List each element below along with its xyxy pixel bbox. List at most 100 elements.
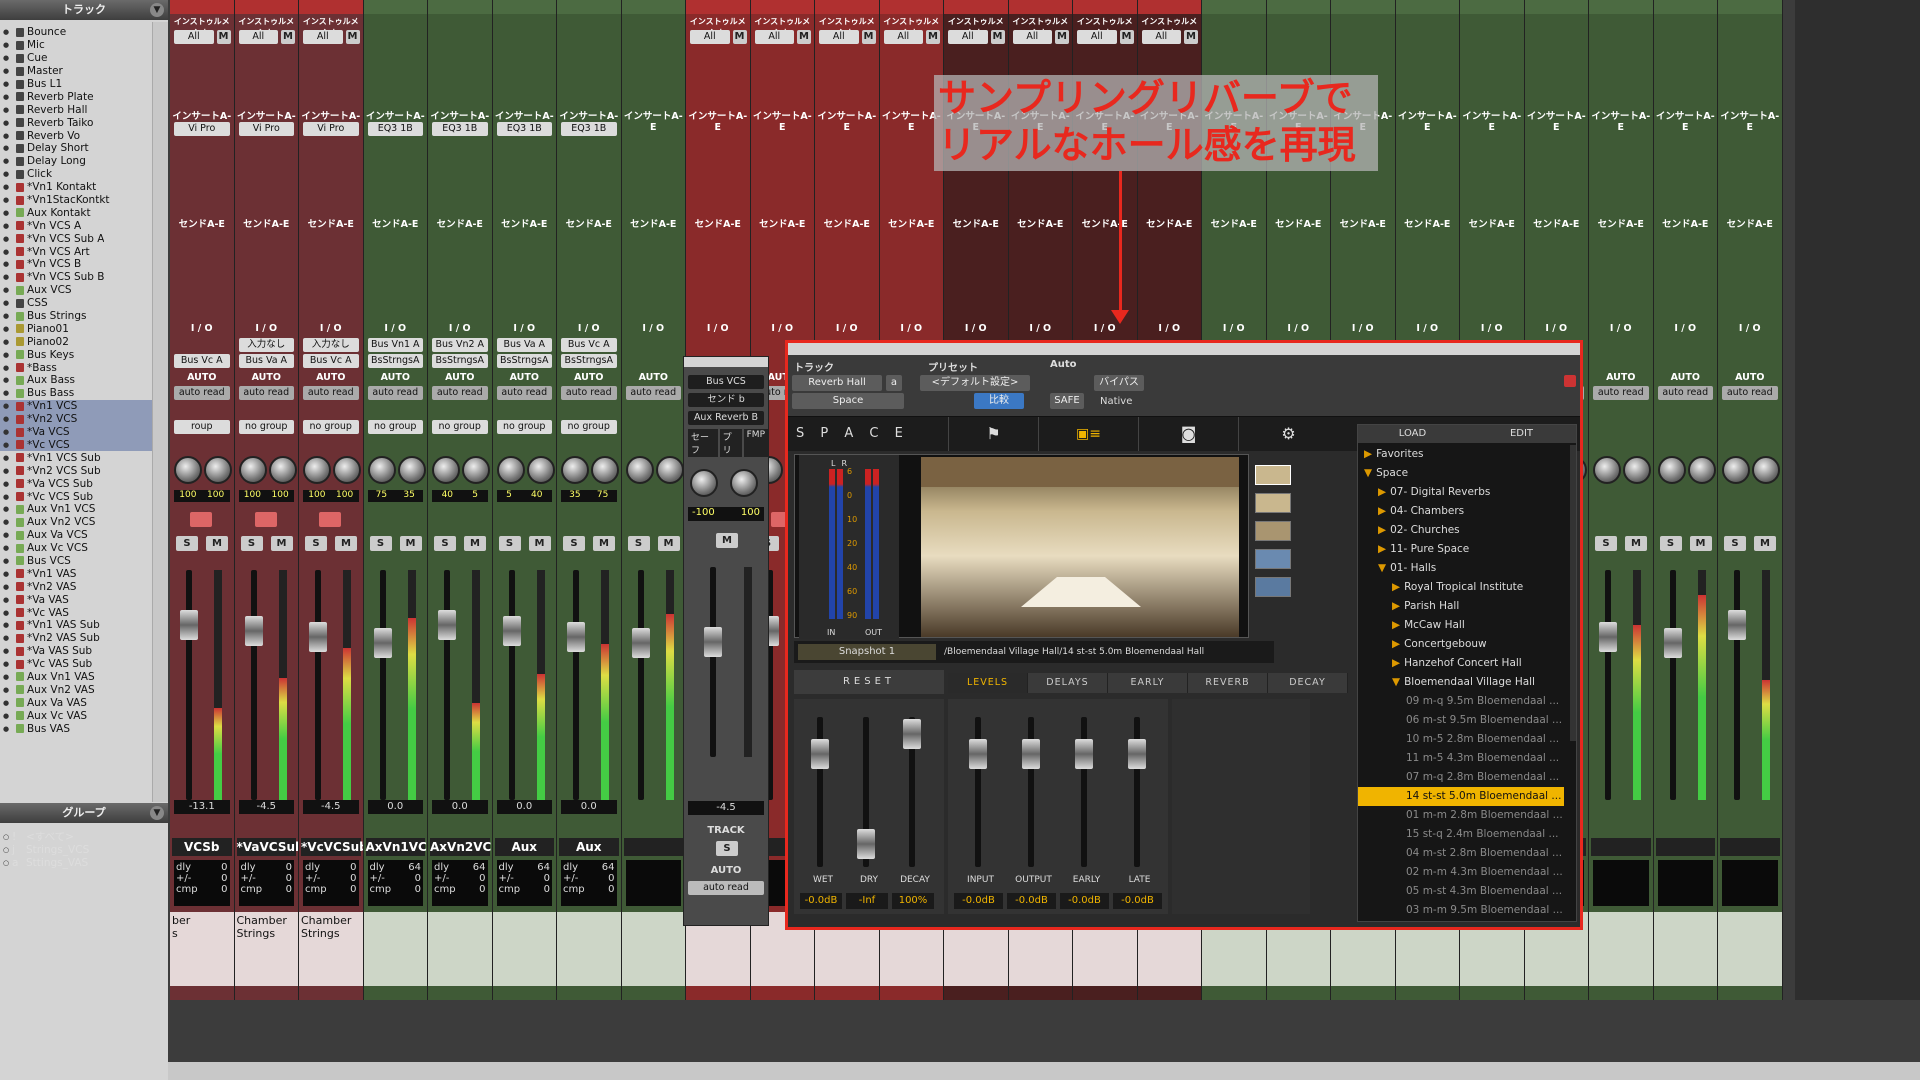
visibility-dot[interactable]: ● bbox=[0, 258, 12, 270]
snapshot-selector[interactable]: Snapshot 1 bbox=[798, 644, 936, 660]
track-list-item[interactable]: ● Aux Va VCS bbox=[0, 529, 168, 542]
layout-icon[interactable]: ▣≡ bbox=[1038, 417, 1138, 451]
mute-button[interactable]: M bbox=[335, 536, 357, 551]
volume-fader[interactable] bbox=[1663, 628, 1682, 658]
pre-button[interactable]: プリ bbox=[719, 429, 742, 457]
track-list-item[interactable]: ● Reverb Taiko bbox=[0, 116, 168, 129]
solo-button[interactable]: S bbox=[305, 536, 327, 551]
midi-mute[interactable]: M bbox=[281, 30, 295, 44]
automation-mode[interactable]: auto read bbox=[1657, 386, 1713, 400]
gear-icon[interactable]: ⚙ bbox=[1238, 417, 1338, 451]
param-fader-value[interactable]: -Inf bbox=[846, 893, 888, 909]
preset-tree-item[interactable]: ▼ Space bbox=[1358, 464, 1564, 483]
track-list-item[interactable]: ● *Vn1 VCS bbox=[0, 399, 168, 413]
visibility-dot[interactable]: ● bbox=[0, 362, 12, 374]
track-list-item[interactable]: ● *Vn1 Kontakt bbox=[0, 181, 168, 194]
fmp-button[interactable]: FMP bbox=[743, 429, 768, 457]
param-fader-value[interactable]: -0.0dB bbox=[954, 893, 1003, 909]
visibility-dot[interactable]: ● bbox=[0, 39, 12, 51]
group-selector[interactable]: no group bbox=[432, 420, 488, 434]
track-list-item[interactable]: ● Bus L1 bbox=[0, 78, 168, 91]
pan-knob-right[interactable] bbox=[1687, 456, 1716, 484]
disclosure-icon[interactable]: ▶ bbox=[1392, 638, 1400, 650]
track-name[interactable] bbox=[1720, 838, 1780, 856]
disclosure-icon[interactable]: ▶ bbox=[1378, 543, 1386, 555]
bus-vcs-titlebar[interactable] bbox=[684, 357, 768, 367]
midi-mute[interactable]: M bbox=[990, 30, 1005, 44]
track-list-item[interactable]: ● Click bbox=[0, 168, 168, 181]
visibility-dot[interactable]: ● bbox=[0, 207, 12, 219]
group-selector[interactable]: no group bbox=[367, 420, 423, 434]
track-list-scrollbar[interactable] bbox=[152, 22, 168, 802]
preset-tree-item[interactable]: 06 m-st 9.5m Bloemendaal ... bbox=[1358, 711, 1564, 730]
pan-knob-left[interactable] bbox=[690, 469, 718, 497]
visibility-dot[interactable]: ● bbox=[0, 529, 12, 541]
io-input[interactable]: 入力なし bbox=[303, 338, 359, 352]
comment-field[interactable] bbox=[621, 912, 685, 986]
track-list-item[interactable]: ● *Vn VCS Sub A bbox=[0, 232, 168, 245]
pan-knob-right[interactable] bbox=[462, 456, 490, 484]
visibility-dot[interactable]: ● bbox=[0, 220, 12, 232]
mute-button[interactable]: M bbox=[270, 536, 293, 551]
visibility-dot[interactable]: ● bbox=[0, 168, 12, 180]
midi-mute[interactable]: M bbox=[345, 30, 360, 44]
tab-decay[interactable]: DECAY bbox=[1268, 673, 1348, 693]
visibility-dot[interactable]: ● bbox=[0, 503, 12, 515]
automation-mode[interactable]: auto read bbox=[625, 386, 681, 400]
visibility-dot[interactable]: ● bbox=[0, 645, 12, 657]
track-list-item[interactable]: ● Master bbox=[0, 65, 168, 78]
pan-knob-left[interactable] bbox=[625, 456, 654, 484]
pan-knob-left[interactable] bbox=[561, 456, 589, 484]
comment-field[interactable] bbox=[557, 912, 621, 986]
midi-input[interactable]: All bbox=[754, 30, 794, 44]
disclosure-icon[interactable]: ▼ bbox=[1378, 562, 1386, 574]
track-list-item[interactable]: ● Bounce bbox=[0, 26, 168, 39]
groups-panel-header[interactable]: グループ ▼ bbox=[0, 803, 168, 823]
preset-tree-item[interactable]: ▶ Parish Hall bbox=[1358, 597, 1564, 616]
group-dot[interactable]: ○ bbox=[0, 831, 12, 843]
bus-vcs-send[interactable]: Aux Reverb B bbox=[688, 411, 764, 425]
visibility-dot[interactable]: ● bbox=[0, 246, 12, 258]
io-input[interactable]: 入力なし bbox=[238, 338, 294, 352]
pan-knob-right[interactable] bbox=[333, 456, 361, 484]
disclosure-icon[interactable]: ▶ bbox=[1378, 505, 1386, 517]
visibility-dot[interactable]: ● bbox=[0, 400, 12, 412]
track-name[interactable]: *VaVCSub bbox=[236, 838, 298, 856]
disclosure-icon[interactable]: ▼ bbox=[1364, 467, 1372, 479]
volume-fader[interactable] bbox=[373, 628, 392, 658]
comment-field[interactable] bbox=[1653, 912, 1717, 986]
visibility-dot[interactable]: ● bbox=[0, 491, 12, 503]
solo-button[interactable]: S bbox=[240, 536, 263, 551]
track-name[interactable]: *VcVCSub bbox=[301, 838, 363, 856]
thumbnail[interactable] bbox=[1255, 549, 1291, 569]
track-list-item[interactable]: ● *Vn VCS Art bbox=[0, 245, 168, 258]
group-selector[interactable]: no group bbox=[303, 420, 359, 434]
midi-input[interactable]: All bbox=[238, 30, 278, 44]
volume-fader[interactable] bbox=[631, 628, 650, 658]
thumbnail[interactable] bbox=[1255, 493, 1291, 513]
pan-knob-left[interactable] bbox=[303, 456, 331, 484]
bypass-button[interactable]: バイパス bbox=[1094, 375, 1144, 391]
track-list-item[interactable]: ● Piano02 bbox=[0, 335, 168, 348]
disclosure-icon[interactable]: ▶ bbox=[1378, 486, 1386, 498]
insert-slot[interactable]: EQ3 1B bbox=[496, 122, 552, 136]
comment-field[interactable] bbox=[492, 912, 556, 986]
visibility-dot[interactable]: ● bbox=[0, 439, 12, 451]
midi-input[interactable]: All bbox=[819, 30, 859, 44]
tab-levels[interactable]: LEVELS bbox=[948, 673, 1028, 693]
preset-tree-item[interactable]: ▶ Concertgebouw bbox=[1358, 635, 1564, 654]
track-list-item[interactable]: ● Aux VCS bbox=[0, 284, 168, 297]
param-fader[interactable] bbox=[811, 739, 829, 769]
track-list-item[interactable]: ● *Vn2 VAS Sub bbox=[0, 632, 168, 645]
track-list-item[interactable]: ● Reverb Hall bbox=[0, 103, 168, 116]
disclosure-icon[interactable]: ▶ bbox=[1364, 448, 1372, 460]
volume-fader[interactable] bbox=[502, 616, 521, 646]
safe-button[interactable]: SAFE bbox=[1050, 393, 1084, 409]
track-list-item[interactable]: ● Bus VCS bbox=[0, 555, 168, 568]
visibility-dot[interactable]: ● bbox=[0, 52, 12, 64]
volume-fader[interactable] bbox=[1728, 610, 1746, 640]
bus-vcs-output[interactable]: センド b bbox=[688, 393, 764, 407]
preset-tree-item[interactable]: ▶ 02- Churches bbox=[1358, 521, 1564, 540]
pan-knob-left[interactable] bbox=[238, 456, 267, 484]
volume-fader[interactable] bbox=[704, 627, 722, 657]
